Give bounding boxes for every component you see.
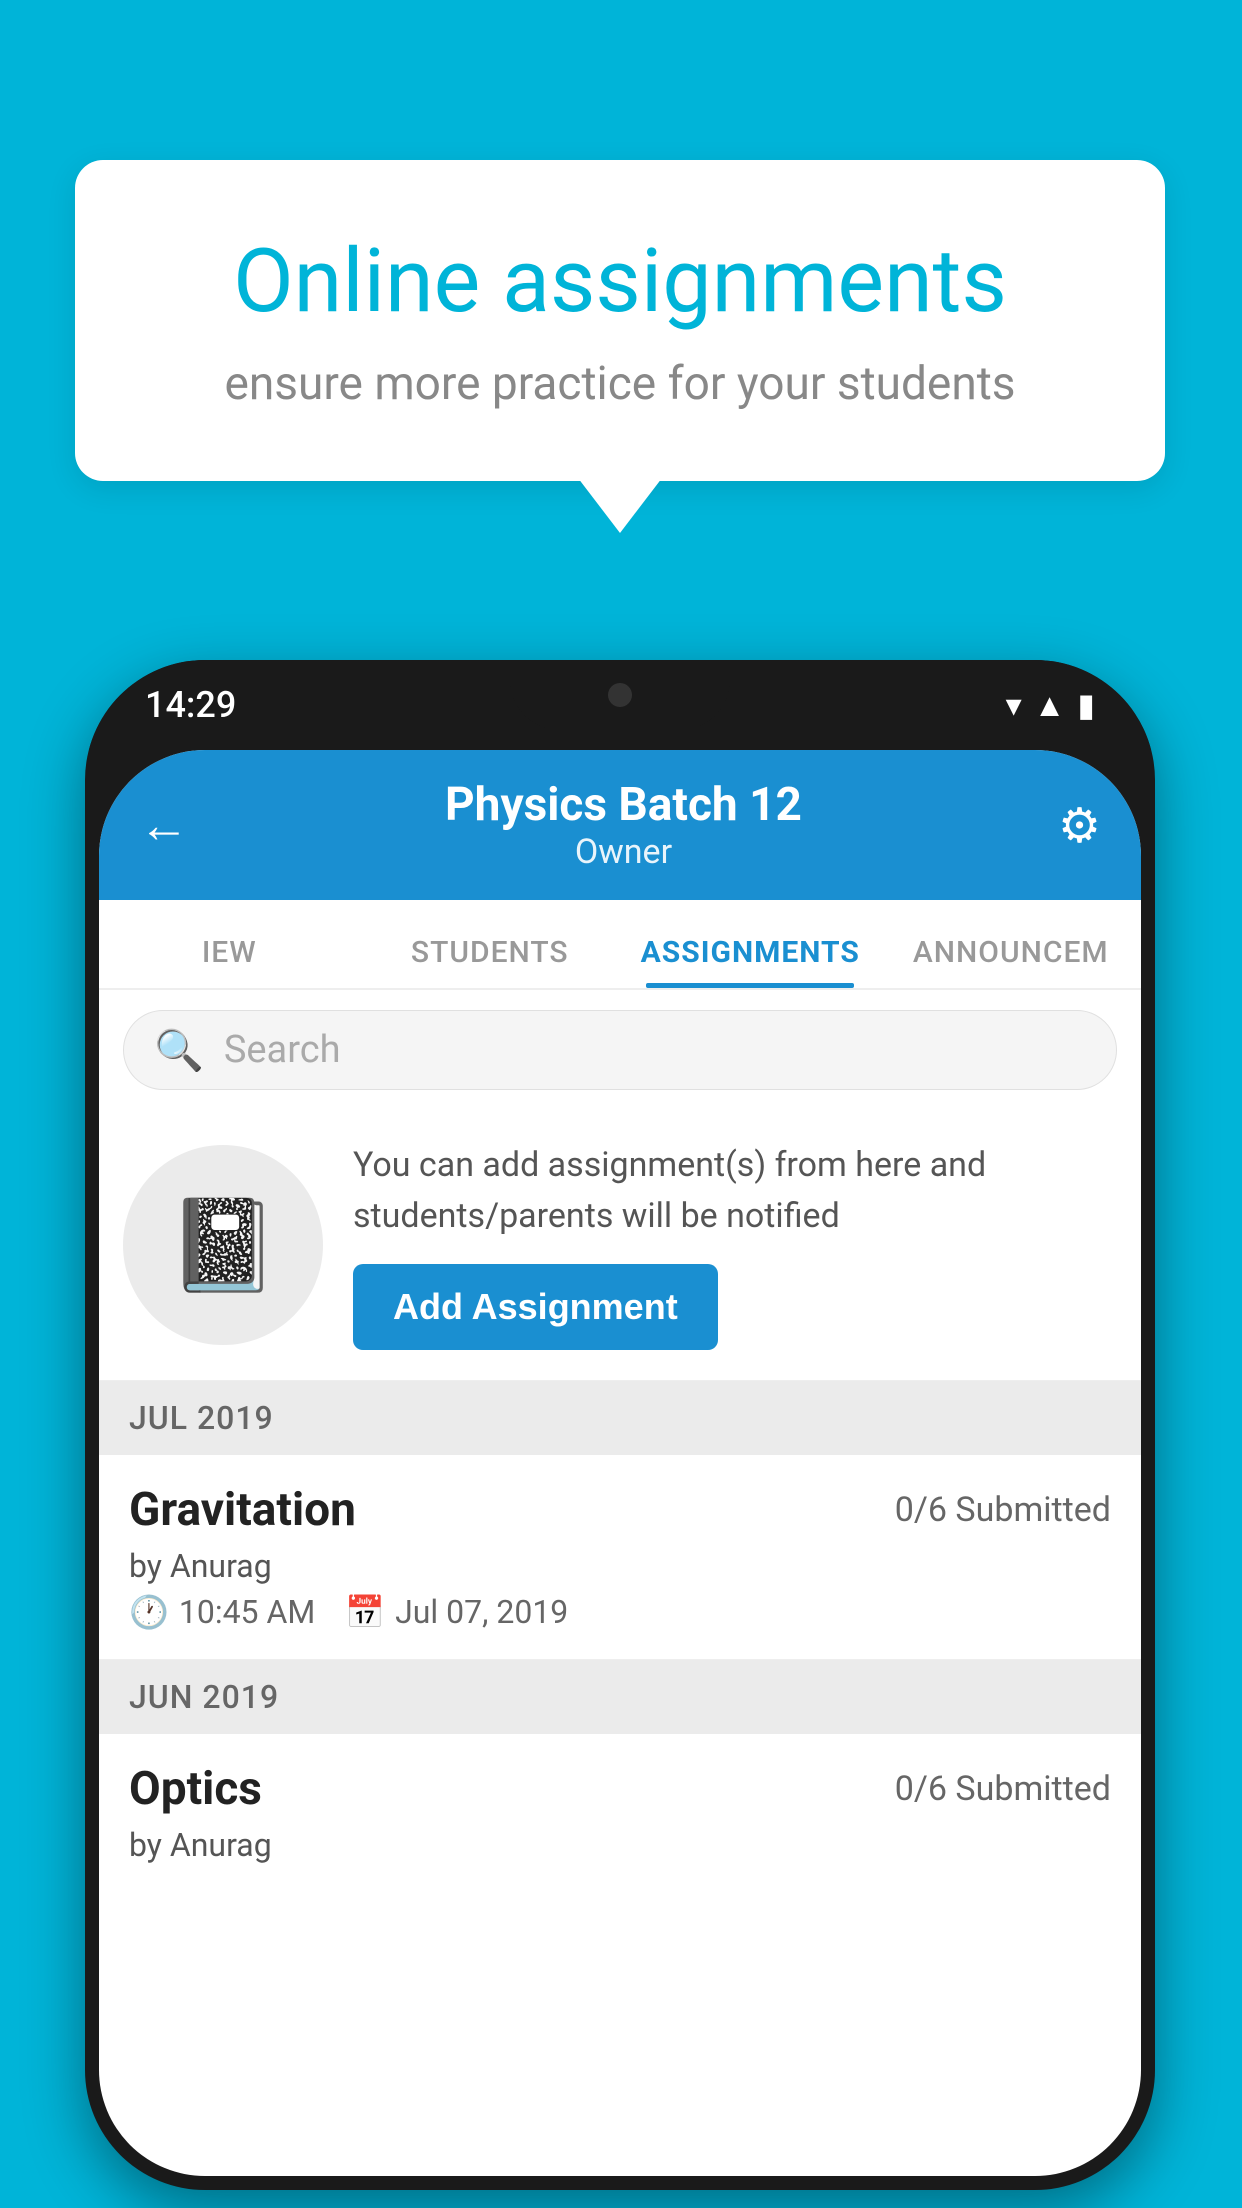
time-display: 14:29 (145, 684, 236, 726)
tab-announcements[interactable]: ANNOUNCEM (881, 935, 1142, 988)
speech-bubble-subtitle: ensure more practice for your students (155, 357, 1085, 411)
time-value: 10:45 AM (179, 1593, 315, 1631)
search-bar[interactable]: 🔍 Search (123, 1010, 1117, 1090)
assignment-time: 🕐 10:45 AM (129, 1593, 315, 1631)
promo-text-area: You can add assignment(s) from here and … (353, 1140, 1117, 1350)
back-button[interactable]: ← (139, 796, 189, 855)
speech-bubble-title: Online assignments (155, 230, 1085, 333)
status-bar: 14:29 ▾ ▲ ▮ (85, 660, 1155, 750)
status-icons: ▾ ▲ ▮ (1006, 686, 1095, 724)
promo-description: You can add assignment(s) from here and … (353, 1140, 1117, 1242)
assignment-meta-gravitation: 🕐 10:45 AM 📅 Jul 07, 2019 (129, 1593, 1111, 1631)
header-title-area: Physics Batch 12 Owner (445, 778, 802, 872)
tabs-bar: IEW STUDENTS ASSIGNMENTS ANNOUNCEM (99, 900, 1141, 990)
camera-dot (608, 683, 632, 707)
phone-notch (510, 660, 730, 730)
tab-students[interactable]: STUDENTS (360, 935, 621, 988)
section-header-jun: JUN 2019 (99, 1660, 1141, 1734)
assignment-name-optics: Optics (129, 1762, 262, 1816)
wifi-icon: ▾ (1006, 686, 1022, 724)
assignment-item-gravitation[interactable]: Gravitation 0/6 Submitted by Anurag 🕐 10… (99, 1455, 1141, 1660)
assignment-submitted-gravitation: 0/6 Submitted (895, 1490, 1111, 1530)
settings-icon[interactable]: ⚙ (1058, 797, 1101, 854)
assignment-name-gravitation: Gravitation (129, 1483, 356, 1537)
tab-assignments[interactable]: ASSIGNMENTS (620, 935, 881, 988)
notebook-icon: 📓 (167, 1193, 279, 1298)
assignment-submitted-optics: 0/6 Submitted (895, 1769, 1111, 1809)
assignment-top-row-optics: Optics 0/6 Submitted (129, 1762, 1111, 1816)
assignment-top-row: Gravitation 0/6 Submitted (129, 1483, 1111, 1537)
clock-icon: 🕐 (129, 1593, 169, 1631)
speech-bubble: Online assignments ensure more practice … (75, 160, 1165, 481)
phone-screen: ← Physics Batch 12 Owner ⚙ IEW STUDENTS … (99, 750, 1141, 2176)
calendar-icon: 📅 (345, 1593, 385, 1631)
date-value: Jul 07, 2019 (395, 1593, 568, 1631)
assignment-by-optics: by Anurag (129, 1826, 1111, 1864)
tab-overview[interactable]: IEW (99, 935, 360, 988)
search-bar-container: 🔍 Search (99, 990, 1141, 1110)
assignment-item-optics[interactable]: Optics 0/6 Submitted by Anurag (99, 1734, 1141, 1900)
search-icon: 🔍 (154, 1027, 204, 1074)
promo-section: 📓 You can add assignment(s) from here an… (99, 1110, 1141, 1381)
assignment-by-gravitation: by Anurag (129, 1547, 1111, 1585)
promo-icon-circle: 📓 (123, 1145, 323, 1345)
user-role: Owner (445, 832, 802, 872)
app-header: ← Physics Batch 12 Owner ⚙ (99, 750, 1141, 900)
batch-name: Physics Batch 12 (445, 778, 802, 832)
assignment-date: 📅 Jul 07, 2019 (345, 1593, 568, 1631)
section-header-jul: JUL 2019 (99, 1381, 1141, 1455)
phone-frame: 14:29 ▾ ▲ ▮ ← Physics Batch 12 Owner ⚙ I… (85, 660, 1155, 2190)
battery-icon: ▮ (1077, 686, 1095, 724)
add-assignment-button[interactable]: Add Assignment (353, 1264, 718, 1350)
signal-icon: ▲ (1034, 686, 1066, 724)
search-placeholder: Search (224, 1028, 341, 1072)
